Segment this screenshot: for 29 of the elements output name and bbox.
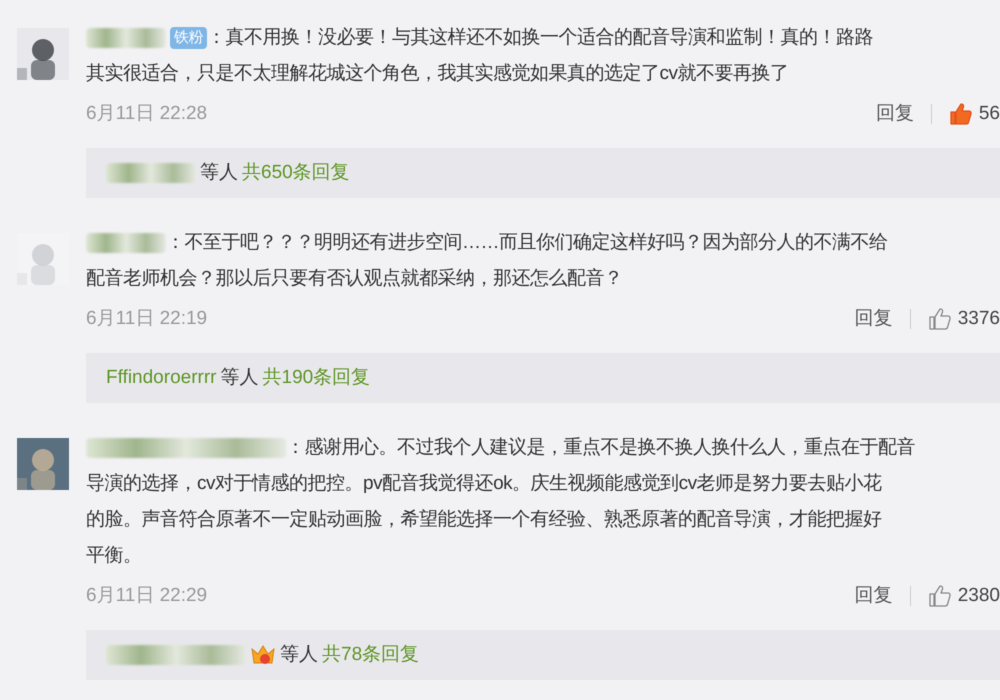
comment-text-line: ：不至于吧？？？明明还有进步空间……而且你们确定这样好吗？因为部分人的不满不给 bbox=[166, 231, 888, 255]
reply-button[interactable]: 回复 bbox=[854, 582, 893, 610]
thumbs-up-icon[interactable] bbox=[928, 307, 952, 331]
fan-badge: 铁粉 bbox=[170, 27, 207, 49]
reply-count-link[interactable]: 共78条回复 bbox=[322, 640, 420, 670]
comment-text-line: ：感谢用心。不过我个人建议是，重点不是换不换人换什么人，重点在于配音 bbox=[286, 436, 915, 460]
like-count: 2380 bbox=[958, 584, 1000, 608]
reply-user-link[interactable]: Fffindoroerrrr bbox=[106, 364, 217, 392]
reply-count-link[interactable]: 共650条回复 bbox=[242, 158, 350, 188]
comment-text-line: ：真不用换！没必要！与其这样还不如换一个适合的配音导演和监制！真的！路路 bbox=[207, 26, 873, 50]
reply-suffix: 等人 bbox=[280, 642, 318, 667]
thumbs-up-icon[interactable] bbox=[948, 102, 973, 126]
thumbs-up-icon[interactable] bbox=[928, 584, 952, 608]
comment-text-line: 平衡。 bbox=[86, 545, 142, 566]
comment-text-line: 其实很适合，只是不太理解花城这个角色，我其实感觉如果真的选定了cv就不要再换了 bbox=[86, 63, 788, 84]
reply-suffix: 等人 bbox=[200, 160, 238, 185]
comment-date: 6月11日 22:29 bbox=[86, 584, 208, 608]
like-count: 56 bbox=[978, 102, 1000, 126]
comment-text-line: 导演的选择，cv对于情感的把控。pv配音我觉得还ok。庆生视频能感觉到cv老师是努力要去贴小花 bbox=[86, 473, 882, 494]
reply-button[interactable]: 回复 bbox=[854, 304, 893, 334]
comment-date: 6月11日 22:28 bbox=[86, 102, 208, 126]
crown-icon bbox=[250, 643, 276, 667]
comment-text-line: 的脸。声音符合原著不一定贴动画脸，希望能选择一个有经验、熟悉原著的配音导演，才能把握好 bbox=[86, 509, 882, 530]
like-count: 3376 bbox=[958, 306, 1000, 331]
reply-suffix: 等人 bbox=[220, 366, 259, 390]
reply-count-link[interactable]: 共190条回复 bbox=[262, 364, 370, 392]
comment-date: 6月11日 22:19 bbox=[86, 306, 208, 331]
comment-text-line: 配音老师机会？那以后只要有否认观点就都采纳，那还怎么配音？ bbox=[86, 268, 622, 289]
reply-button[interactable]: 回复 bbox=[876, 100, 914, 128]
